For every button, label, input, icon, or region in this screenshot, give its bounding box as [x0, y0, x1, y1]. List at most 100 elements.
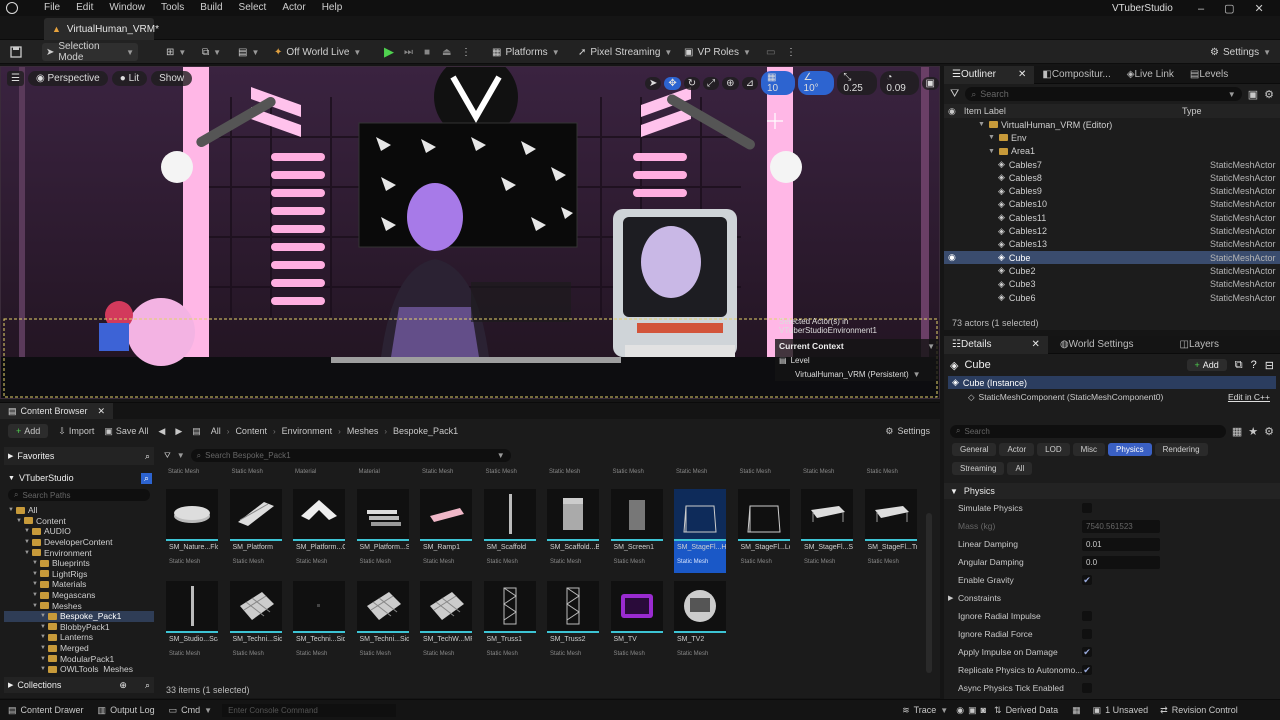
folder-tree-item[interactable]: ▼ OWLTools_Meshes — [4, 664, 154, 673]
tab-levels[interactable]: ▤ Levels — [1182, 66, 1236, 84]
camera-speed-button[interactable]: ◔ 0.09 — [880, 71, 919, 95]
close-icon[interactable]: ✕ — [1032, 339, 1040, 350]
property-checkbox[interactable]: ✔ — [1082, 575, 1092, 585]
static-mesh-component-row[interactable]: ◇ StaticMeshComponent (StaticMeshComponen… — [944, 389, 1280, 405]
tab-world-settings[interactable]: ◍ World Settings — [1052, 336, 1142, 354]
property-checkbox[interactable] — [1082, 611, 1092, 621]
visibility-icon[interactable]: ◉ — [948, 252, 956, 263]
outliner-row[interactable]: ◈ Cables11 StaticMeshActor — [944, 211, 1280, 224]
add-collection-icon[interactable]: ⊕ — [119, 680, 127, 691]
column-type[interactable]: Type — [1182, 106, 1202, 116]
tab-layers[interactable]: ◫ Layers — [1172, 336, 1227, 354]
menu-help[interactable]: Help — [322, 2, 343, 13]
cmd-dropdown[interactable]: ▭ Cmd ▼ — [169, 705, 212, 716]
add-actor-button[interactable]: ⊞ ▼ — [162, 43, 190, 61]
scale-tool-icon[interactable]: ⤢ — [703, 76, 720, 90]
stop-button[interactable]: ■ — [420, 43, 434, 61]
outliner-folder-row[interactable]: ▼ VirtualHuman_VRM (Editor) — [944, 118, 1280, 131]
forward-icon[interactable]: ▶ — [175, 426, 182, 437]
column-item-label[interactable]: Item Label — [964, 106, 1006, 116]
tab-details[interactable]: ☷ Details ✕ — [944, 335, 1048, 354]
outliner-folder-row[interactable]: ▼ Area1 — [944, 145, 1280, 158]
asset-search-input[interactable]: ⌕ Search Bespoke_Pack1 ▼ — [190, 449, 511, 462]
folder-tree-item[interactable]: ▼ AUDIO — [4, 526, 154, 537]
outliner-folder-row[interactable]: ▼ Env — [944, 131, 1280, 144]
close-icon[interactable]: ✕ — [98, 406, 106, 417]
rotate-tool-icon[interactable]: ↻ — [683, 76, 701, 90]
visibility-icon[interactable]: ◉ — [948, 106, 956, 117]
play-options-button[interactable]: ⋮ — [457, 43, 475, 61]
add-folder-icon[interactable]: ▣ — [1248, 88, 1258, 101]
component-instance-row[interactable]: ◈ Cube (Instance) — [948, 376, 1276, 389]
step-button[interactable]: ⏭ — [400, 43, 417, 61]
surface-snap-icon[interactable]: ⊿ — [741, 76, 758, 90]
outliner-row[interactable]: ◈ Cube2 StaticMeshActor — [944, 264, 1280, 277]
search-paths-input[interactable]: ⌕ Search Paths — [8, 489, 150, 501]
grid-snap-toggle[interactable]: ▦ 10 — [760, 71, 795, 95]
filter-tab-misc[interactable]: Misc — [1072, 443, 1106, 456]
breadcrumb-item[interactable]: Content — [235, 426, 267, 436]
lit-button[interactable]: ● Lit — [111, 70, 148, 86]
folder-tree-item[interactable]: ▼ ModularPack1 — [4, 653, 154, 664]
asset-tile[interactable]: SM_TV2 Static Mesh — [674, 581, 726, 665]
menu-file[interactable]: File — [44, 2, 60, 13]
perspective-button[interactable]: ◉ Perspective — [27, 70, 108, 86]
outliner-row[interactable]: ◈ Cables8 StaticMeshActor — [944, 171, 1280, 184]
blueprint-icon[interactable]: ⧉ — [1235, 359, 1243, 372]
world-space-icon[interactable]: ⊕ — [722, 76, 739, 90]
unreal-logo-icon[interactable] — [6, 2, 18, 14]
folder-tree-item[interactable]: ▼ Meshes — [4, 600, 154, 611]
asset-tile[interactable]: SM_StageFl...Hexagon Static Mesh — [674, 489, 726, 573]
asset-tile[interactable]: SM_Platform Static Mesh — [229, 489, 282, 573]
outliner-row[interactable]: ◈ Cube6 StaticMeshActor — [944, 291, 1280, 304]
selection-mode-dropdown[interactable]: ➤ Selection Mode ▼ — [42, 41, 138, 63]
maximize-icon[interactable]: ▢ — [1224, 2, 1234, 15]
folder-tree-item[interactable]: ▼ DeveloperContent — [4, 537, 154, 548]
search-icon[interactable]: ⌕ — [145, 680, 150, 691]
favorites-header[interactable]: ▶ Favorites ⌕ — [4, 447, 154, 465]
asset-tile[interactable]: SM_Techni...Sides Static Mesh — [229, 581, 282, 665]
outliner-row[interactable]: ◈ Cables10 StaticMeshActor — [944, 198, 1280, 211]
filter-icon[interactable]: ⛛ — [164, 451, 171, 461]
tab-compositure[interactable]: ◧ Compositur... — [1034, 66, 1118, 84]
menu-actor[interactable]: Actor — [282, 2, 305, 13]
asset-scrollbar[interactable] — [926, 513, 932, 673]
pixel-streaming-dropdown[interactable]: ➚ Pixel Streaming ▼ — [574, 43, 676, 61]
breadcrumb-item[interactable]: Bespoke_Pack1 — [393, 426, 458, 436]
outliner-row[interactable]: ◉ ◈ Cube StaticMeshActor — [944, 250, 1280, 265]
pause-icon[interactable]: ▣ — [968, 705, 977, 716]
asset-tile[interactable]: SM_Screen1 Static Mesh — [610, 489, 663, 573]
current-context-header[interactable]: Current Context ▼ — [775, 339, 939, 353]
search-icon[interactable]: ⌕ — [145, 451, 150, 462]
add-component-button[interactable]: + Add — [1186, 359, 1227, 371]
asset-tile[interactable]: SM_Techni...SidesWall Static Mesh — [356, 581, 409, 665]
vp-roles-dropdown[interactable]: ▣ VP Roles ▼ — [680, 43, 755, 61]
notifications-icon[interactable]: ▦ — [1072, 705, 1081, 716]
select-tool-icon[interactable]: ➤ — [645, 76, 662, 90]
console-input[interactable]: Enter Console Command — [222, 703, 397, 717]
close-icon[interactable]: ✕ — [1018, 69, 1026, 80]
asset-tile[interactable]: SM_TechW...MRGD Static Mesh — [420, 581, 472, 665]
asset-tile[interactable]: SM_StageFl...Triple Static Mesh — [864, 489, 917, 573]
folder-tree-item[interactable]: ▼ Bespoke_Pack1 — [4, 610, 154, 622]
unsaved-button[interactable]: ▣ 1 Unsaved — [1093, 705, 1149, 716]
folder-tree-item[interactable]: ▼ Lanterns — [4, 632, 154, 643]
asset-tile[interactable]: SM_Ramp1 Static Mesh — [420, 489, 472, 573]
search-icon[interactable]: ⌕ — [140, 472, 152, 484]
asset-tile[interactable]: SM_Studio...Scaffold Static Mesh — [166, 581, 218, 665]
filter-tab-general[interactable]: General — [952, 443, 997, 456]
filter-icon[interactable]: ⛛ — [950, 88, 959, 101]
chevron-right-icon[interactable]: ▶ — [948, 594, 953, 602]
asset-tile[interactable]: SM_StageFl...Single Static Mesh — [801, 489, 853, 573]
menu-build[interactable]: Build — [200, 2, 222, 13]
folder-icon[interactable]: ▤ — [192, 426, 201, 437]
eject-button[interactable]: ⏏ — [438, 43, 455, 61]
asset-tile[interactable]: SM_Techni...SidesFloor Static Mesh — [293, 581, 345, 665]
asset-tile[interactable]: SM_Platform...Corner Static Mesh — [293, 489, 345, 573]
menu-select[interactable]: Select — [239, 2, 267, 13]
asset-tile[interactable]: SM_Nature...Floor Static Mesh — [166, 489, 218, 573]
outliner-row[interactable]: ◈ Cables7 StaticMeshActor — [944, 158, 1280, 171]
cinematics-button[interactable]: ▤ ▼ — [234, 43, 263, 61]
world-dropdown[interactable]: ✦ Off World Live ▼ — [270, 43, 365, 61]
move-tool-icon[interactable]: ✥ — [664, 76, 681, 90]
